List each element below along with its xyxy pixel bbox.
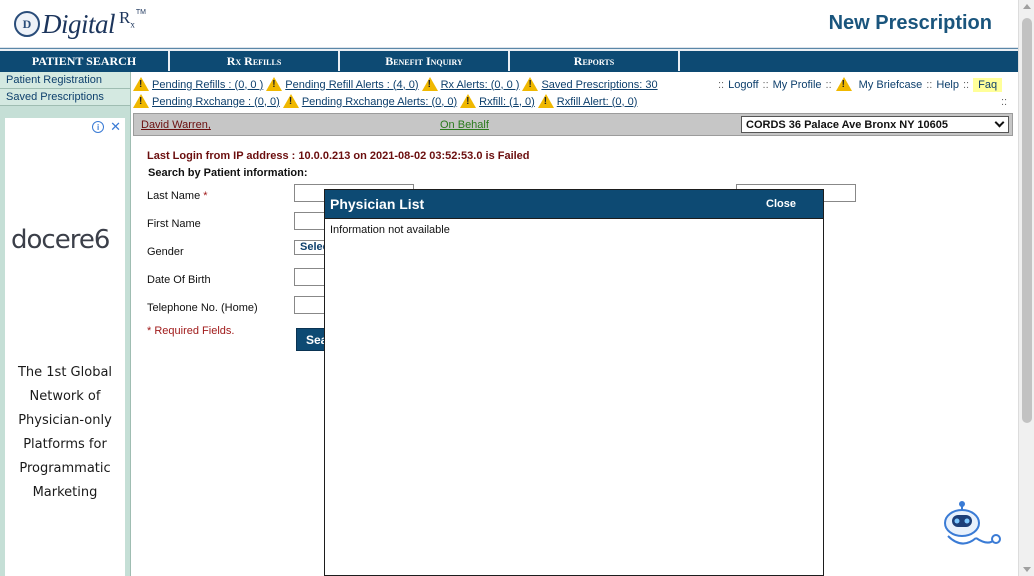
ad-copy-line: The 1st Global	[17, 365, 113, 380]
chevron-down-icon	[994, 117, 1005, 128]
my-briefcase-link[interactable]: My Briefcase	[859, 79, 923, 91]
nav-rx-refills[interactable]: Rx Refills	[170, 49, 340, 71]
separator: ::	[762, 78, 769, 91]
logo-mark-icon: D	[14, 11, 40, 37]
nav-reports[interactable]: Reports	[510, 49, 680, 71]
scroll-up-icon[interactable]	[1023, 4, 1031, 9]
main-nav: PATIENT SEARCH Rx Refills Benefit Inquir…	[0, 48, 1018, 72]
my-profile-link[interactable]: My Profile	[773, 79, 822, 91]
page-title: New Prescription	[828, 12, 992, 34]
warning-icon	[282, 94, 299, 109]
alert-saved-prescriptions[interactable]: Saved Prescriptions: 30	[541, 79, 657, 91]
digital-rx-logo[interactable]: D Digital Rx TM	[14, 8, 146, 40]
left-sidebar: Patient Registration Saved Prescriptions…	[0, 72, 131, 576]
chatbot-icon[interactable]	[940, 500, 1002, 552]
warning-icon	[266, 77, 283, 92]
separator: ::	[926, 78, 933, 91]
ad-copy-line: Programmatic	[19, 461, 111, 476]
ad-copy-line: Platforms for	[23, 437, 107, 452]
location-value: CORDS 36 Palace Ave Bronx NY 10605	[746, 118, 948, 131]
search-by-heading: Search by Patient information:	[148, 167, 308, 179]
alert-rx-alerts[interactable]: Rx Alerts: (0, 0 )	[441, 79, 520, 91]
faq-link[interactable]: Faq	[973, 77, 1003, 92]
nav-benefit-inquiry[interactable]: Benefit Inquiry	[340, 49, 510, 71]
required-asterisk: *	[203, 190, 208, 202]
alert-rxfill-alert[interactable]: Rxfill Alert: (0, 0)	[557, 96, 638, 108]
warning-icon	[460, 94, 477, 109]
warning-icon	[537, 94, 554, 109]
scrollbar-thumb[interactable]	[1022, 18, 1032, 423]
ad-banner[interactable]: i ✕ docere6 The 1st Global Network of Ph…	[5, 118, 125, 576]
patient-name-link[interactable]: David Warren,	[141, 119, 211, 131]
logo-tm: TM	[135, 8, 146, 16]
app-header: D Digital Rx TM New Prescription	[0, 0, 1018, 48]
gender-label: Gender	[147, 246, 184, 258]
vertical-scrollbar[interactable]	[1018, 0, 1034, 576]
logoff-link[interactable]: Logoff	[728, 79, 758, 91]
ad-copy-line: Physician-only	[18, 413, 112, 428]
warning-icon	[522, 77, 539, 92]
last-login-message: Last Login from IP address : 10.0.0.213 …	[147, 150, 530, 162]
location-select[interactable]: CORDS 36 Palace Ave Bronx NY 10605	[741, 116, 1009, 133]
alert-strip: Pending Refills : (0, 0 ) Pending Refill…	[133, 76, 713, 110]
sidebar-item-patient-registration[interactable]: Patient Registration	[0, 72, 130, 89]
sidebar-item-saved-prescriptions[interactable]: Saved Prescriptions	[0, 89, 130, 106]
required-fields-note: * Required Fields.	[147, 325, 235, 337]
dialog-body: Information not available	[330, 224, 450, 236]
ad-brand-logo: docere6	[11, 225, 111, 255]
patient-bar: David Warren, On Behalf CORDS 36 Palace …	[133, 113, 1013, 136]
ad-copy-line: Network of	[29, 389, 101, 404]
alert-rxfill[interactable]: Rxfill: (1, 0)	[479, 96, 535, 108]
dialog-title: Physician List	[330, 196, 425, 212]
separator: ::	[718, 78, 725, 91]
last-name-label: Last Name *	[147, 190, 208, 202]
ad-close-icon[interactable]: ✕	[110, 120, 121, 133]
dialog-close-button[interactable]: Close	[766, 198, 796, 210]
nav-filler	[680, 49, 1018, 72]
alert-pending-rxchange-alerts[interactable]: Pending Rxchange Alerts: (0, 0)	[302, 96, 457, 108]
warning-icon	[421, 77, 438, 92]
ad-copy: The 1st Global Network of Physician-only…	[5, 361, 125, 505]
app-root: D Digital Rx TM New Prescription PATIENT…	[0, 0, 1034, 576]
scroll-down-icon[interactable]	[1023, 567, 1031, 572]
nav-patient-search[interactable]: PATIENT SEARCH	[0, 49, 170, 71]
warning-icon	[133, 94, 149, 109]
ad-copy-line: Marketing	[32, 485, 98, 500]
first-name-label: First Name	[147, 218, 201, 230]
ad-controls: i ✕	[92, 120, 121, 133]
warning-icon	[133, 77, 149, 92]
phone-label: Telephone No. (Home)	[147, 302, 258, 314]
separator: ::	[963, 78, 970, 91]
separator: ::	[1001, 96, 1008, 108]
alert-row: Pending Rxchange : (0, 0) Pending Rxchan…	[133, 93, 713, 110]
ad-brand-mark: 6	[93, 225, 111, 255]
logo-rx: Rx	[119, 8, 135, 30]
alert-pending-refill-alerts[interactable]: Pending Refill Alerts : (4, 0)	[285, 79, 418, 91]
dialog-header: Physician List Close	[325, 190, 823, 219]
help-link[interactable]: Help	[936, 79, 959, 91]
on-behalf-link[interactable]: On Behalf	[440, 119, 489, 131]
warning-icon	[835, 77, 852, 92]
dob-label: Date Of Birth	[147, 274, 211, 286]
alert-pending-rxchange[interactable]: Pending Rxchange : (0, 0)	[152, 96, 280, 108]
physician-list-dialog: Physician List Close Information not ava…	[324, 189, 824, 576]
separator: ::	[825, 78, 832, 91]
alert-pending-refills[interactable]: Pending Refills : (0, 0 )	[152, 79, 263, 91]
alert-row: Pending Refills : (0, 0 ) Pending Refill…	[133, 76, 713, 93]
logo-text: Digital	[42, 8, 116, 39]
ad-info-icon[interactable]: i	[92, 121, 105, 133]
top-links: :: Logoff :: My Profile :: My Briefcase …	[718, 77, 1003, 92]
